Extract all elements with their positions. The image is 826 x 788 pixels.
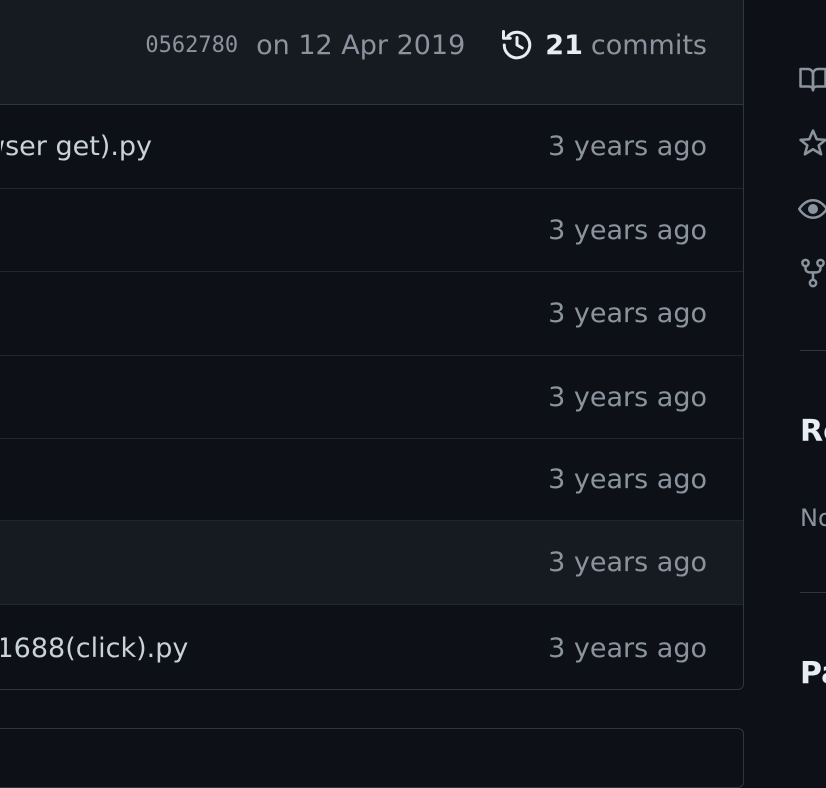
sidebar-divider <box>800 592 826 593</box>
table-row[interactable]: 3 years ago <box>0 356 743 439</box>
star-icon <box>798 128 826 158</box>
table-row[interactable]: 3 years ago <box>0 272 743 356</box>
book-icon <box>798 64 826 94</box>
history-icon <box>499 27 535 63</box>
table-row[interactable]: wser get).py 3 years ago <box>0 105 743 189</box>
releases-heading[interactable]: Re <box>800 414 826 449</box>
table-row[interactable]: _1688(click).py 3 years ago <box>0 605 743 689</box>
commit-sha-link[interactable]: 0562780 <box>145 33 238 58</box>
commit-date[interactable]: on 12 Apr 2019 <box>256 30 465 61</box>
file-age: 3 years ago <box>548 131 707 162</box>
file-age: 3 years ago <box>548 381 707 413</box>
eye-icon <box>797 194 826 224</box>
latest-commit-bar: 0562780 on 12 Apr 2019 21 commits <box>0 0 743 105</box>
file-age: 3 years ago <box>548 298 707 329</box>
file-age: 3 years ago <box>548 632 707 664</box>
file-name-link[interactable]: _1688(click).py <box>1 605 188 689</box>
table-row[interactable]: 3 years ago <box>0 521 743 605</box>
sidebar-divider <box>800 350 826 351</box>
commit-count-label: commits <box>590 29 707 61</box>
file-age: 3 years ago <box>548 464 707 495</box>
fork-icon <box>798 258 826 288</box>
releases-text: No <box>800 504 826 532</box>
file-age: 3 years ago <box>548 214 707 246</box>
readme-box <box>0 728 744 788</box>
file-age: 3 years ago <box>548 547 707 578</box>
commits-history-link[interactable]: 21 commits <box>499 27 707 63</box>
table-row[interactable]: 3 years ago <box>0 439 743 521</box>
commit-count: 21 <box>545 29 583 61</box>
commit-meta: 0562780 on 12 Apr 2019 21 commits <box>145 25 707 65</box>
file-name-link[interactable]: wser get).py <box>1 105 152 188</box>
file-browser: 0562780 on 12 Apr 2019 21 commits wser g… <box>0 0 744 690</box>
table-row[interactable]: 3 years ago <box>0 189 743 272</box>
packages-heading[interactable]: Pa <box>800 656 826 691</box>
